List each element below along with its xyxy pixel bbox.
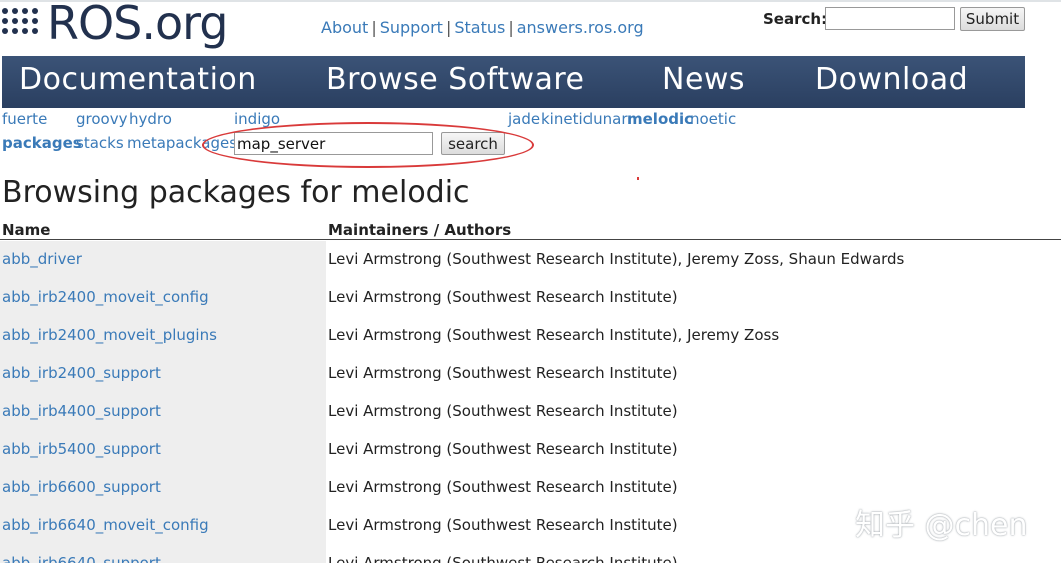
top-links: About | Support | Status | answers.ros.org [321, 18, 644, 37]
maintainers-cell: Levi Armstrong (Southwest Research Insti… [328, 440, 678, 458]
package-link[interactable]: abb_driver [2, 250, 82, 268]
distro-indigo[interactable]: indigo [234, 110, 280, 128]
main-nav: Documentation Browse Software News Downl… [2, 56, 1025, 108]
separator: | [445, 18, 452, 37]
nav-download[interactable]: Download [815, 62, 968, 97]
submit-button[interactable]: Submit [960, 7, 1025, 31]
separator: | [508, 18, 514, 37]
table-row: abb_irb2400_moveit_config Levi Armstrong … [0, 278, 1061, 316]
package-search-input[interactable] [234, 132, 433, 155]
table-row: abb_irb5400_support Levi Armstrong (South… [0, 430, 1061, 468]
type-stacks[interactable]: stacks [76, 134, 124, 152]
ros-dots-icon [2, 8, 38, 44]
distro-noetic[interactable]: noetic [690, 110, 736, 128]
package-link[interactable]: abb_irb5400_support [2, 440, 161, 458]
table-row: abb_irb2400_moveit_plugins Levi Armstrong… [0, 316, 1061, 354]
site-search-input[interactable] [825, 7, 955, 30]
distro-melodic[interactable]: melodic [627, 110, 693, 128]
nav-browse-software[interactable]: Browse Software [326, 62, 585, 97]
type-packages[interactable]: packages [2, 134, 82, 152]
red-mark [637, 177, 639, 180]
maintainers-cell: Levi Armstrong (Southwest Research Insti… [328, 478, 678, 496]
distro-fuerte[interactable]: fuerte [2, 110, 47, 128]
link-support[interactable]: Support [380, 18, 443, 37]
package-link[interactable]: abb_irb2400_moveit_plugins [2, 326, 217, 344]
header-maintainers: Maintainers / Authors [328, 221, 512, 239]
maintainers-cell: Levi Armstrong (Southwest Research Insti… [328, 288, 678, 306]
package-link[interactable]: abb_irb2400_moveit_config [2, 288, 209, 306]
maintainers-cell: Levi Armstrong (Southwest Research Insti… [328, 326, 780, 344]
maintainers-cell: Levi Armstrong (Southwest Research Insti… [328, 554, 678, 563]
page-title: Browsing packages for melodic [2, 175, 470, 210]
package-link[interactable]: abb_irb4400_support [2, 402, 161, 420]
watermark: 知乎 @chen [855, 508, 1028, 543]
maintainers-cell: Levi Armstrong (Southwest Research Insti… [328, 402, 678, 420]
table-header: Name Maintainers / Authors [0, 218, 1061, 240]
header-name: Name [2, 221, 51, 239]
table-row: abb_driver Levi Armstrong (Southwest Rese… [0, 240, 1061, 278]
link-about[interactable]: About [321, 18, 368, 37]
package-link[interactable]: abb_irb2400_support [2, 364, 161, 382]
search-label: Search: [763, 10, 828, 28]
table-row: abb_irb2400_support Levi Armstrong (South… [0, 354, 1061, 392]
maintainers-cell: Levi Armstrong (Southwest Research Insti… [328, 364, 678, 382]
distro-lunar[interactable]: lunar [589, 110, 628, 128]
package-link[interactable]: abb_irb6600_support [2, 478, 161, 496]
logo-text: ROS.org [47, 0, 228, 50]
maintainers-cell: Levi Armstrong (Southwest Research Insti… [328, 516, 678, 534]
distro-kinetic[interactable]: kinetic [541, 110, 591, 128]
package-search-button[interactable]: search [441, 132, 505, 155]
separator: | [371, 18, 377, 37]
package-link[interactable]: abb_irb6640_moveit_config [2, 516, 209, 534]
nav-news[interactable]: News [662, 62, 745, 97]
link-answers[interactable]: answers.ros.org [517, 18, 644, 37]
link-status[interactable]: Status [454, 18, 505, 37]
table-row: abb_irb6640_support Levi Armstrong (South… [0, 544, 1061, 563]
distro-selector: fuerte groovy hydro indigo jade kinetic … [2, 110, 1042, 130]
type-metapackages[interactable]: metapackages [127, 134, 237, 152]
maintainers-cell: Levi Armstrong (Southwest Research Insti… [328, 250, 905, 268]
distro-hydro[interactable]: hydro [129, 110, 172, 128]
package-link[interactable]: abb_irb6640_support [2, 554, 161, 563]
nav-documentation[interactable]: Documentation [19, 62, 257, 97]
table-row: abb_irb4400_support Levi Armstrong (South… [0, 392, 1061, 430]
distro-jade[interactable]: jade [508, 110, 540, 128]
distro-groovy[interactable]: groovy [76, 110, 127, 128]
